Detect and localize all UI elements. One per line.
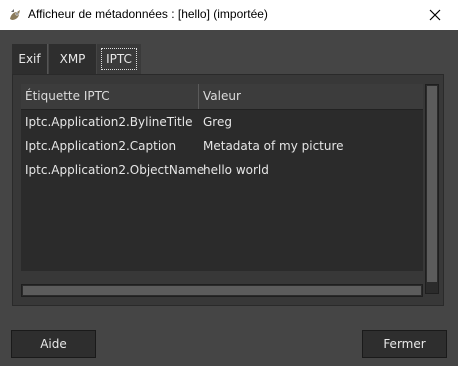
column-header-tag[interactable]: Étiquette IPTC — [21, 84, 199, 109]
table-row[interactable]: Iptc.Application2.Caption Metadata of my… — [21, 134, 423, 158]
table-row[interactable]: Iptc.Application2.BylineTitle Greg — [21, 110, 423, 134]
column-header-value[interactable]: Valeur — [199, 84, 423, 109]
close-button[interactable]: Fermer — [362, 330, 447, 358]
row-value: hello world — [203, 163, 269, 177]
table-row[interactable]: Iptc.Application2.ObjectName hello world — [21, 158, 423, 182]
title-bar: Afficheur de métadonnées : [hello] (impo… — [0, 0, 458, 30]
tab-xmp-label: XMP — [59, 52, 86, 66]
row-tag: Iptc.Application2.BylineTitle — [25, 115, 193, 129]
row-value: Greg — [203, 115, 232, 129]
row-tag: Iptc.Application2.ObjectName — [25, 163, 205, 177]
window-close-button[interactable] — [412, 0, 458, 30]
close-icon — [429, 9, 441, 21]
table-header: Étiquette IPTC Valeur — [21, 84, 423, 110]
tab-xmp[interactable]: XMP — [49, 44, 96, 74]
tab-exif-label: Exif — [18, 52, 41, 66]
iptc-table: Étiquette IPTC Valeur Iptc.Application2.… — [21, 84, 423, 271]
help-button[interactable]: Aide — [11, 330, 96, 358]
tab-iptc[interactable]: IPTC — [97, 44, 141, 74]
window-title: Afficheur de métadonnées : [hello] (impo… — [28, 7, 268, 21]
iptc-panel: Étiquette IPTC Valeur Iptc.Application2.… — [12, 74, 444, 306]
row-tag: Iptc.Application2.Caption — [25, 139, 177, 153]
vertical-scrollbar-thumb[interactable] — [427, 86, 437, 282]
horizontal-scrollbar[interactable] — [21, 284, 423, 297]
gimp-wilber-icon — [10, 9, 20, 20]
row-value: Metadata of my picture — [203, 139, 344, 153]
horizontal-scrollbar-thumb[interactable] — [23, 286, 421, 295]
tab-iptc-label: IPTC — [101, 48, 137, 70]
vertical-scrollbar[interactable] — [425, 84, 439, 294]
tab-exif[interactable]: Exif — [12, 44, 48, 74]
